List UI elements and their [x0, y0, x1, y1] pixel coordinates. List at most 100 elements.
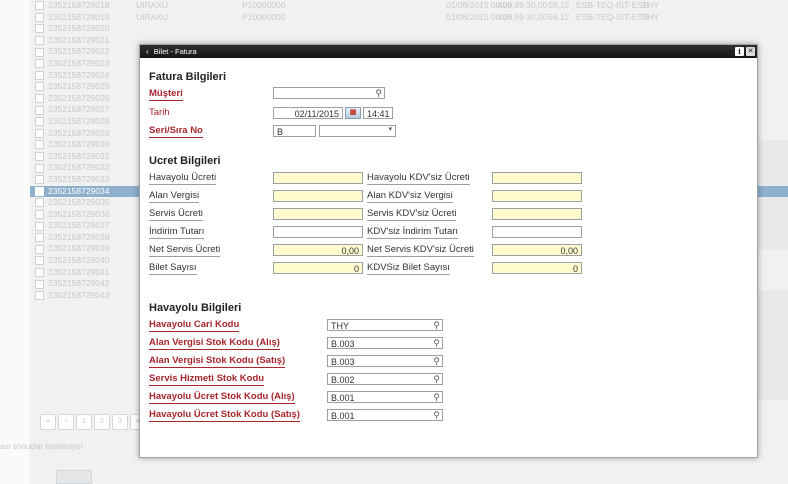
ucret-right-label: KDV'siz İndirim Tutarı — [367, 226, 459, 239]
row-cell: THY — [642, 0, 659, 10]
row-id: 2352158729036 — [48, 208, 110, 219]
havayolu-value: B.003 — [331, 339, 355, 349]
pager-button[interactable]: 3 — [112, 414, 128, 430]
row-cell: THY — [642, 11, 659, 22]
havayolu-label: Havayolu Ücret Stok Kodu (Alış) — [149, 391, 295, 404]
row-checkbox[interactable] — [35, 233, 44, 243]
left-strip — [0, 0, 30, 484]
ucret-right-field[interactable] — [492, 190, 582, 202]
row-checkbox[interactable] — [35, 105, 44, 115]
search-icon[interactable]: ⚲ — [433, 410, 440, 420]
ucret-left-field[interactable] — [273, 190, 363, 202]
row-cell: 428,99 — [498, 0, 524, 10]
row-id: 2352158729037 — [48, 220, 110, 231]
tarih-time-field[interactable]: 14:41 — [363, 107, 393, 119]
row-checkbox[interactable] — [35, 267, 44, 277]
row-checkbox[interactable] — [35, 59, 44, 69]
back-icon[interactable]: ‹ — [146, 45, 149, 58]
row-checkbox[interactable] — [35, 117, 44, 127]
info-icon[interactable]: i — [735, 47, 744, 56]
search-icon[interactable]: ⚲ — [433, 374, 440, 384]
row-checkbox[interactable] — [35, 36, 44, 46]
row-id: 2352158729025 — [48, 81, 110, 92]
ucret-left-label: Servis Ücreti — [149, 208, 203, 221]
row-checkbox[interactable] — [35, 151, 44, 161]
row-checkbox[interactable] — [35, 82, 44, 92]
ucret-left-label: Bilet Sayısı — [149, 262, 197, 275]
ucret-right-field[interactable] — [492, 208, 582, 220]
close-icon[interactable]: ✕ — [746, 47, 755, 56]
row-cell: UIRAXU — [136, 0, 169, 10]
row-id: 2352158729021 — [48, 34, 110, 45]
table-row[interactable]: 2352158729020 — [30, 23, 788, 35]
row-checkbox[interactable] — [35, 186, 44, 196]
ucret-right-label: KDVSiz Bilet Sayısı — [367, 262, 450, 275]
row-id: 2352158729020 — [48, 23, 110, 34]
row-checkbox[interactable] — [35, 198, 44, 208]
list-bottom-button[interactable] — [56, 470, 92, 484]
row-checkbox[interactable] — [35, 163, 44, 173]
chevron-down-icon[interactable]: ▾ — [388, 126, 392, 136]
row-id: 2352158729043 — [48, 289, 110, 300]
row-id: 2352158729034 — [48, 185, 110, 196]
row-checkbox[interactable] — [35, 244, 44, 254]
ucret-left-field[interactable] — [273, 226, 363, 238]
ucret-left-field[interactable] — [273, 172, 363, 184]
table-row[interactable]: 2352158729018 UIRAXU P10000000 01/08/2015 0… — [30, 0, 788, 12]
search-icon[interactable]: ⚲ — [375, 88, 382, 98]
search-icon[interactable]: ⚲ — [433, 338, 440, 348]
row-id: 2352158729038 — [48, 231, 110, 242]
row-checkbox[interactable] — [35, 24, 44, 34]
ucret-left-field[interactable] — [273, 208, 363, 220]
row-checkbox[interactable] — [35, 128, 44, 138]
search-icon[interactable]: ⚲ — [433, 392, 440, 402]
ucret-left-field[interactable]: 0 — [273, 262, 363, 274]
ucret-left-field[interactable]: 0,00 — [273, 244, 363, 256]
dialog-title: Bilet - Fatura — [153, 47, 197, 56]
tarih-date-field[interactable]: 02/11/2015 — [273, 107, 343, 119]
havayolu-label: Alan Vergisi Stok Kodu (Alış) — [149, 337, 280, 350]
havayolu-value: B.003 — [331, 357, 355, 367]
row-checkbox[interactable] — [35, 70, 44, 80]
row-checkbox[interactable] — [35, 209, 44, 219]
pager-button[interactable]: « — [40, 414, 56, 430]
row-checkbox[interactable] — [35, 140, 44, 150]
havayolu-field[interactable]: B.003 ⚲ — [327, 355, 443, 367]
pager-button[interactable]: 2 — [94, 414, 110, 430]
row-checkbox[interactable] — [35, 175, 44, 185]
search-icon[interactable]: ⚲ — [433, 356, 440, 366]
pager-button[interactable]: 1 — [76, 414, 92, 430]
havayolu-field[interactable]: THY ⚲ — [327, 319, 443, 331]
ucret-right-field[interactable] — [492, 226, 582, 238]
musteri-field[interactable]: ⚲ — [273, 87, 385, 99]
havayolu-field[interactable]: B.001 ⚲ — [327, 391, 443, 403]
table-row[interactable]: 2352158729019 UIRAXU P10000000 01/08/2015 0… — [30, 12, 788, 24]
row-checkbox[interactable] — [35, 1, 44, 11]
row-checkbox[interactable] — [35, 256, 44, 266]
row-id: 2352158729023 — [48, 57, 110, 68]
ucret-right-label: Servis KDV'siz Ücreti — [367, 208, 457, 221]
row-cell: 58,12 — [548, 11, 570, 22]
row-checkbox[interactable] — [35, 291, 44, 301]
row-cell: P10000000 — [242, 0, 286, 10]
havayolu-field[interactable]: B.002 ⚲ — [327, 373, 443, 385]
seri-sira-label: Seri/Sıra No — [149, 125, 203, 138]
row-checkbox[interactable] — [35, 47, 44, 57]
sira-field[interactable]: ▾ — [319, 125, 396, 137]
havayolu-field[interactable]: B.003 ⚲ — [327, 337, 443, 349]
row-checkbox[interactable] — [35, 12, 44, 22]
ucret-right-field[interactable]: 0 — [492, 262, 582, 274]
row-cell: 30,00 — [526, 11, 548, 22]
row-checkbox[interactable] — [35, 279, 44, 289]
search-icon[interactable]: ⚲ — [433, 320, 440, 330]
pagination: «‹ 1 2 3 4 — [40, 414, 148, 430]
ucret-right-field[interactable] — [492, 172, 582, 184]
seri-field[interactable]: B — [273, 125, 316, 137]
row-checkbox[interactable] — [35, 221, 44, 231]
ucret-right-field[interactable]: 0,00 — [492, 244, 582, 256]
ucret-right-label: Net Servis KDV'siz Ücreti — [367, 244, 474, 257]
havayolu-field[interactable]: B.001 ⚲ — [327, 409, 443, 421]
calendar-icon[interactable]: ▦ — [345, 107, 361, 119]
pager-button[interactable]: ‹ — [58, 414, 74, 430]
row-checkbox[interactable] — [35, 94, 44, 103]
